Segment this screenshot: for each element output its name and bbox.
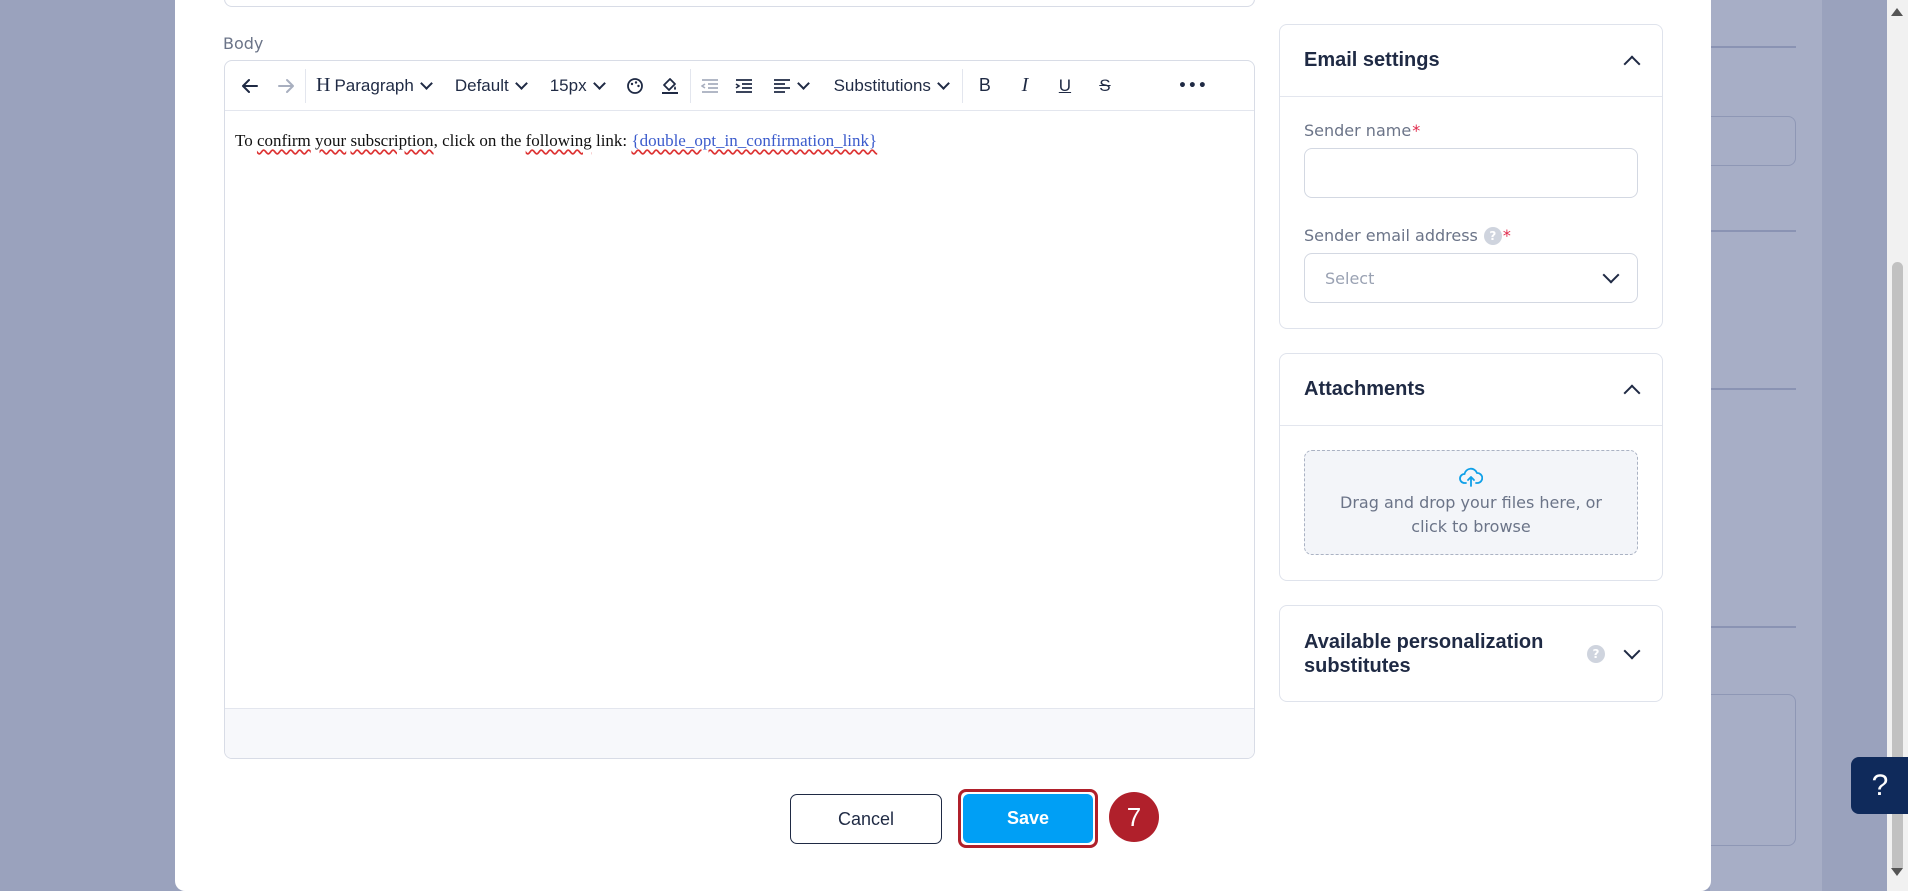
chevron-down-icon bbox=[796, 77, 810, 90]
save-button[interactable]: Save bbox=[963, 794, 1093, 843]
scroll-up-arrow-icon[interactable] bbox=[1891, 8, 1903, 16]
heading-icon: H bbox=[316, 74, 331, 96]
sender-email-label-text: Sender email address bbox=[1304, 226, 1478, 245]
indent-icon bbox=[735, 78, 752, 93]
background-field bbox=[1710, 694, 1796, 846]
chevron-down-icon bbox=[514, 77, 528, 90]
font-family-label: Default bbox=[454, 75, 509, 95]
personalization-title: Available personalization substitutes bbox=[1304, 630, 1544, 677]
required-mark: * bbox=[1502, 226, 1511, 245]
palette-icon bbox=[626, 77, 643, 94]
confirmation-link[interactable]: {double_opt_in_confirmation_link} bbox=[631, 131, 877, 150]
scroll-down-arrow-icon[interactable] bbox=[1891, 868, 1903, 876]
step-number-badge: 7 bbox=[1109, 792, 1159, 842]
file-dropzone[interactable]: Drag and drop your files here, or click … bbox=[1304, 450, 1638, 555]
paint-bucket-icon bbox=[661, 77, 678, 94]
email-settings-header[interactable]: Email settings bbox=[1280, 25, 1662, 97]
font-size-dropdown[interactable]: 15px bbox=[544, 69, 614, 103]
italic-button[interactable]: I bbox=[1007, 69, 1043, 103]
chevron-down-icon bbox=[592, 77, 606, 90]
toolbar-divider bbox=[305, 68, 306, 103]
undo-arrow-icon bbox=[242, 78, 258, 93]
alignment-dropdown[interactable] bbox=[767, 69, 818, 103]
email-settings-body: Sender name * Sender email address ? * Sel… bbox=[1280, 97, 1662, 303]
sender-email-label: Sender email address ? * bbox=[1304, 226, 1638, 245]
chevron-up-icon[interactable] bbox=[1623, 55, 1641, 72]
required-mark: * bbox=[1412, 121, 1421, 140]
attachments-header[interactable]: Attachments bbox=[1280, 354, 1662, 426]
paragraph-style-dropdown[interactable]: H Paragraph bbox=[310, 69, 441, 103]
align-left-icon bbox=[773, 78, 790, 93]
sender-name-label: Sender name * bbox=[1304, 121, 1638, 140]
background-divider bbox=[1710, 388, 1796, 390]
content-text: following bbox=[525, 131, 592, 150]
chevron-down-icon[interactable] bbox=[1623, 642, 1641, 659]
content-text: , click on the bbox=[433, 131, 526, 150]
background-page bbox=[1710, 0, 1822, 891]
toolbar-divider bbox=[689, 68, 691, 103]
content-text: your bbox=[315, 131, 347, 150]
paragraph-style-label: Paragraph bbox=[334, 75, 414, 95]
attachments-panel: Attachments Drag and drop your files her… bbox=[1279, 353, 1663, 581]
previous-field[interactable] bbox=[224, 0, 1255, 7]
toolbar-divider bbox=[1127, 69, 1128, 103]
substitutions-label: Substitutions bbox=[833, 75, 931, 95]
body-label: Body bbox=[223, 34, 264, 53]
redo-button[interactable] bbox=[271, 69, 301, 103]
outdent-button[interactable] bbox=[695, 69, 725, 103]
background-divider bbox=[1710, 46, 1796, 48]
background-divider bbox=[1710, 626, 1796, 628]
email-settings-title: Email settings bbox=[1304, 49, 1440, 71]
sender-name-input[interactable] bbox=[1304, 148, 1638, 198]
editor-status-bar bbox=[225, 708, 1254, 758]
content-text: To bbox=[235, 131, 257, 150]
toolbar-divider bbox=[961, 68, 963, 103]
personalization-header[interactable]: Available personalization substitutes ? bbox=[1280, 606, 1662, 701]
content-text: link: bbox=[591, 131, 632, 150]
attachments-title: Attachments bbox=[1304, 378, 1426, 400]
bold-icon: B bbox=[978, 75, 991, 95]
font-family-dropdown[interactable]: Default bbox=[449, 69, 536, 103]
background-field bbox=[1710, 116, 1796, 166]
redo-arrow-icon bbox=[278, 78, 294, 93]
substitutions-dropdown[interactable]: Substitutions bbox=[828, 69, 958, 103]
sender-email-select[interactable]: Select bbox=[1304, 253, 1638, 303]
font-size-label: 15px bbox=[549, 75, 587, 95]
cancel-button[interactable]: Cancel bbox=[790, 794, 942, 844]
underline-button[interactable]: U bbox=[1047, 69, 1083, 103]
help-icon[interactable]: ? bbox=[1587, 644, 1605, 663]
chevron-down-icon bbox=[937, 77, 950, 90]
outdent-icon bbox=[700, 78, 718, 93]
content-text: confirm bbox=[256, 131, 311, 150]
help-icon[interactable]: ? bbox=[1483, 226, 1502, 245]
text-color-button[interactable] bbox=[620, 69, 650, 103]
chevron-down-icon bbox=[1602, 266, 1620, 284]
strikethrough-icon: S bbox=[1099, 75, 1111, 95]
background-color-button[interactable] bbox=[654, 69, 686, 103]
more-options-icon: ••• bbox=[1177, 77, 1208, 94]
italic-icon: I bbox=[1021, 74, 1029, 96]
chevron-up-icon[interactable] bbox=[1623, 384, 1641, 401]
content-text: subscription bbox=[350, 131, 434, 150]
underline-icon: U bbox=[1058, 75, 1072, 95]
indent-button[interactable] bbox=[729, 69, 759, 103]
chevron-down-icon bbox=[419, 77, 433, 90]
strikethrough-button[interactable]: S bbox=[1087, 69, 1123, 103]
editor-content[interactable]: To confirm your subscription, click on t… bbox=[235, 131, 877, 151]
editor-toolbar: H Paragraph Default 15px Substitutions B… bbox=[225, 61, 1254, 111]
more-options-button[interactable]: ••• bbox=[1172, 69, 1214, 103]
email-settings-panel: Email settings Sender name * Sender email… bbox=[1279, 24, 1663, 329]
help-button[interactable]: ? bbox=[1851, 757, 1908, 814]
background-divider bbox=[1710, 230, 1796, 232]
bold-button[interactable]: B bbox=[967, 69, 1003, 103]
body-editor[interactable]: H Paragraph Default 15px Substitutions B… bbox=[224, 60, 1255, 759]
dropzone-text: Drag and drop your files here, or click … bbox=[1340, 492, 1602, 536]
cloud-upload-icon bbox=[1459, 467, 1483, 487]
sender-email-placeholder: Select bbox=[1325, 268, 1375, 288]
personalization-panel[interactable]: Available personalization substitutes ? bbox=[1279, 605, 1663, 702]
undo-button[interactable] bbox=[235, 69, 265, 103]
sender-name-label-text: Sender name bbox=[1304, 121, 1412, 140]
